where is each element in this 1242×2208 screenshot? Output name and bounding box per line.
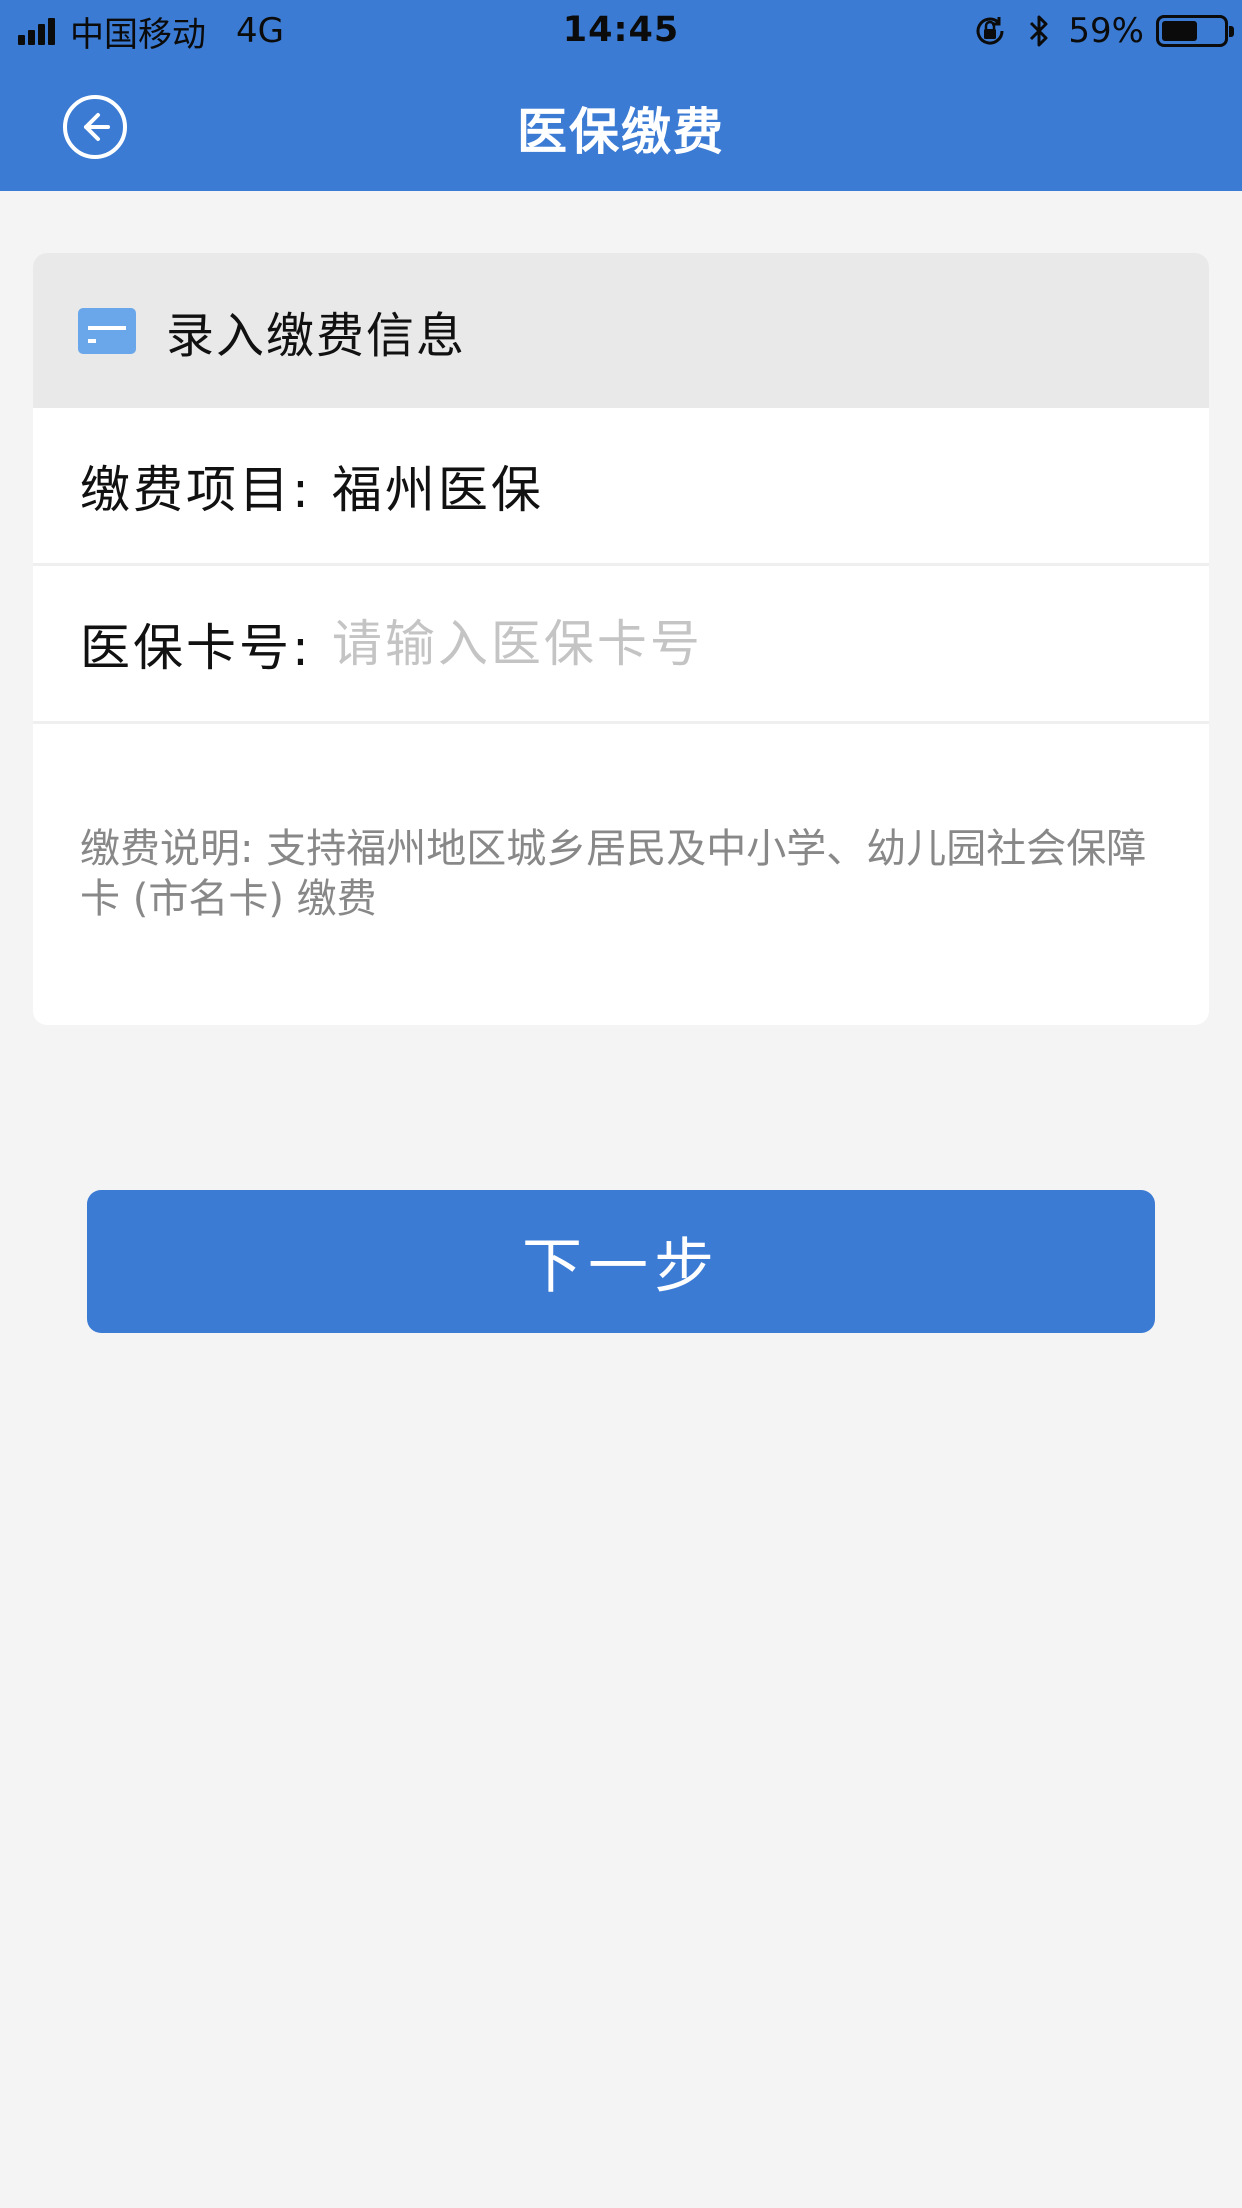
page-title: 医保缴费 (517, 103, 725, 161)
battery-level (1162, 21, 1197, 41)
battery-icon (1156, 15, 1234, 47)
next-step-button[interactable]: 下一步 (87, 1190, 1155, 1333)
status-bar: 中国移动 4G 14:45 59% (0, 0, 1242, 62)
section-title: 录入缴费信息 (166, 307, 467, 364)
card-number-row: 医保卡号: (33, 566, 1209, 724)
battery-percent: 59% (1068, 11, 1144, 51)
payment-item-label: 缴费项目: (80, 460, 312, 519)
card-number-input[interactable] (331, 614, 1152, 673)
payment-item-value: 福州医保 (331, 460, 544, 519)
bluetooth-icon (1030, 15, 1048, 47)
payment-note: 缴费说明: 支持福州地区城乡居民及中小学、幼儿园社会保障卡 (市名卡) 缴费 (80, 826, 1147, 922)
orientation-lock-icon (976, 17, 1004, 45)
card-number-label: 医保卡号: (80, 618, 312, 677)
card-icon (78, 307, 136, 354)
payment-item-row: 缴费项目: 福州医保 (33, 408, 1209, 566)
nav-bar: 医保缴费 (0, 62, 1242, 191)
app-header: 中国移动 4G 14:45 59% 医保缴费 (0, 0, 1242, 191)
card-header: 录入缴费信息 (33, 253, 1209, 408)
battery-tip (1229, 26, 1234, 37)
payment-info-card: 录入缴费信息 缴费项目: 福州医保 医保卡号: 缴费说明: 支持福州地区城乡居民… (33, 253, 1209, 1025)
status-right: 59% (972, 10, 1234, 52)
